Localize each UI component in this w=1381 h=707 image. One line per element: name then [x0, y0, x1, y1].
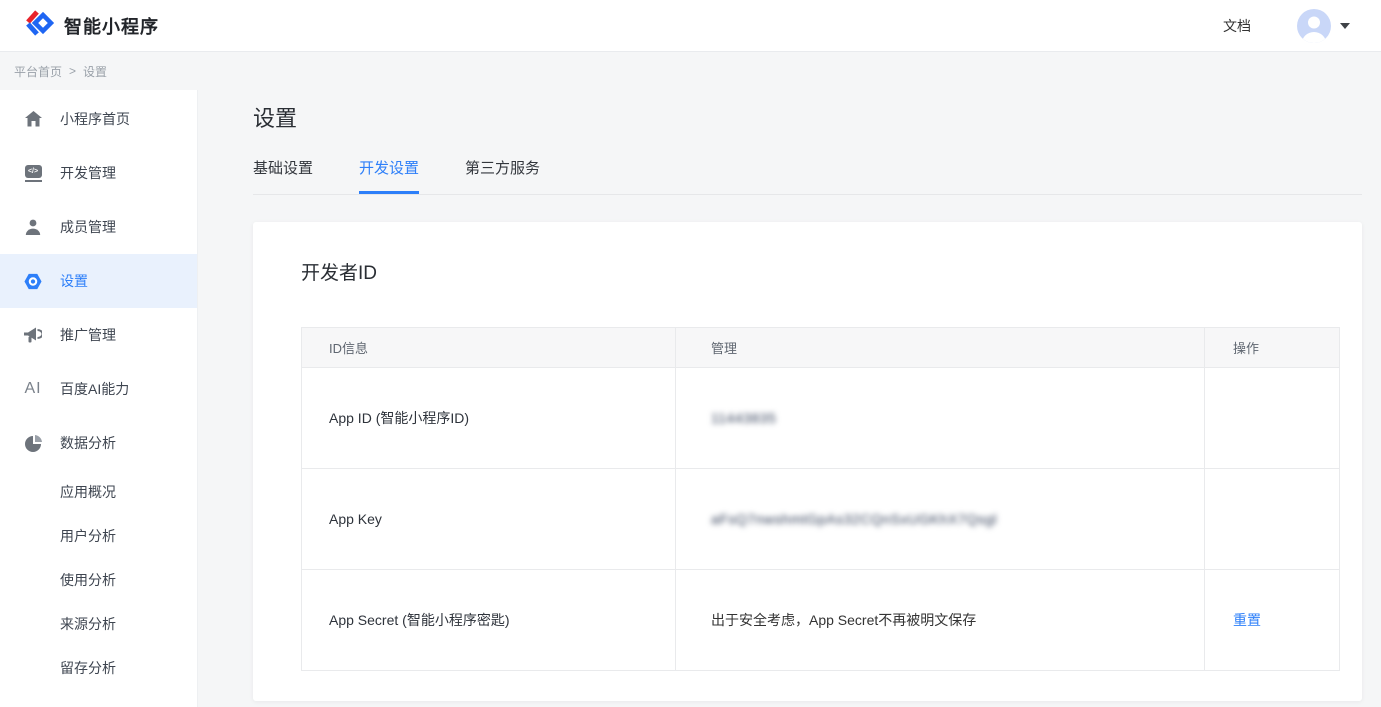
app-key-value-redacted: aFsQ7nwshmtGpAs32CQnSxUGKhX7Qsgl: [711, 511, 997, 527]
sidebar-subitem-label: 来源分析: [60, 614, 116, 634]
pie-chart-icon: [24, 435, 42, 452]
app-key-label: App Key: [302, 469, 676, 570]
breadcrumb-home[interactable]: 平台首页: [14, 63, 62, 80]
top-nav-right: 文档: [1223, 9, 1350, 43]
tab-third-party[interactable]: 第三方服务: [465, 157, 540, 194]
table-row-app-id: App ID (智能小程序ID) 11443835: [302, 368, 1340, 469]
brand-title: 智能小程序: [64, 13, 159, 39]
sidebar-subitem-app-overview[interactable]: 应用概况: [0, 470, 197, 514]
caret-down-icon[interactable]: [1340, 23, 1350, 29]
gear-icon: [24, 273, 42, 290]
tabs: 基础设置 开发设置 第三方服务: [253, 157, 1362, 195]
member-icon: [24, 219, 42, 235]
col-header-manage: 管理: [676, 328, 1205, 368]
app-id-value-redacted: 11443835: [711, 410, 776, 426]
brand[interactable]: 智能小程序: [24, 9, 159, 42]
developer-id-table: ID信息 管理 操作 App ID (智能小程序ID) 11443835 App: [301, 327, 1340, 671]
sidebar-subitem-usage-analysis[interactable]: 使用分析: [0, 558, 197, 602]
home-icon: [24, 111, 42, 127]
sidebar-subitem-label: 用户分析: [60, 526, 116, 546]
card-heading: 开发者ID: [301, 260, 1314, 287]
reset-secret-link[interactable]: 重置: [1233, 612, 1261, 628]
ai-icon: AI: [24, 380, 42, 398]
main-content: 设置 基础设置 开发设置 第三方服务 开发者ID ID信息 管理 操作: [198, 90, 1381, 707]
sidebar-item-members[interactable]: 成员管理: [0, 200, 197, 254]
sidebar-item-home[interactable]: 小程序首页: [0, 92, 197, 146]
app-key-action-cell: [1205, 469, 1340, 570]
sidebar-item-label: 数据分析: [60, 433, 116, 453]
sidebar-item-promotion[interactable]: 推广管理: [0, 308, 197, 362]
table-header-row: ID信息 管理 操作: [302, 328, 1340, 368]
sidebar-subitem-label: 留存分析: [60, 658, 116, 678]
code-icon: </>: [24, 165, 42, 182]
developer-id-card: 开发者ID ID信息 管理 操作 App ID (智能小程序ID) 114: [253, 222, 1362, 701]
sidebar-item-label: 百度AI能力: [60, 379, 129, 399]
sidebar-subitem-user-analysis[interactable]: 用户分析: [0, 514, 197, 558]
sidebar-subitem-retention-analysis[interactable]: 留存分析: [0, 646, 197, 690]
sidebar-item-settings[interactable]: 设置: [0, 254, 197, 308]
sidebar-subitem-source-analysis[interactable]: 来源分析: [0, 602, 197, 646]
smart-program-logo-icon: [24, 9, 54, 42]
breadcrumb: 平台首页 > 设置: [0, 52, 1381, 90]
sidebar-item-analytics[interactable]: 数据分析: [0, 416, 197, 470]
sidebar-subitem-label: 应用概况: [60, 482, 116, 502]
sidebar-item-label: 开发管理: [60, 163, 116, 183]
sidebar-item-label: 小程序首页: [60, 109, 130, 129]
app-secret-label: App Secret (智能小程序密匙): [302, 570, 676, 671]
sidebar-item-ai[interactable]: AI 百度AI能力: [0, 362, 197, 416]
sidebar-item-label: 成员管理: [60, 217, 116, 237]
sidebar-subitem-label: 使用分析: [60, 570, 116, 590]
sidebar: 小程序首页 </> 开发管理 成员管理: [0, 90, 198, 707]
page-title: 设置: [253, 104, 1362, 134]
tab-basic-settings[interactable]: 基础设置: [253, 157, 313, 194]
breadcrumb-current: 设置: [83, 63, 107, 80]
tab-dev-settings[interactable]: 开发设置: [359, 157, 419, 194]
sidebar-item-dev-manage[interactable]: </> 开发管理: [0, 146, 197, 200]
top-nav: 智能小程序 文档: [0, 0, 1381, 52]
table-row-app-key: App Key aFsQ7nwshmtGpAs32CQnSxUGKhX7Qsgl: [302, 469, 1340, 570]
megaphone-icon: [24, 327, 42, 343]
table-row-app-secret: App Secret (智能小程序密匙) 出于安全考虑，App Secret不再…: [302, 570, 1340, 671]
avatar[interactable]: [1297, 9, 1331, 43]
breadcrumb-separator: >: [69, 64, 76, 78]
sidebar-item-label: 推广管理: [60, 325, 116, 345]
app-root: 智能小程序 文档 平台首页 > 设置 小程序首页: [0, 0, 1381, 707]
page-body: 小程序首页 </> 开发管理 成员管理: [0, 90, 1381, 707]
col-header-action: 操作: [1205, 328, 1340, 368]
sidebar-item-label: 设置: [60, 271, 88, 291]
docs-link[interactable]: 文档: [1223, 16, 1251, 36]
app-id-label: App ID (智能小程序ID): [302, 368, 676, 469]
app-id-action-cell: [1205, 368, 1340, 469]
user-silhouette-icon: [1297, 9, 1331, 43]
app-secret-note: 出于安全考虑，App Secret不再被明文保存: [711, 612, 976, 628]
col-header-id-info: ID信息: [302, 328, 676, 368]
